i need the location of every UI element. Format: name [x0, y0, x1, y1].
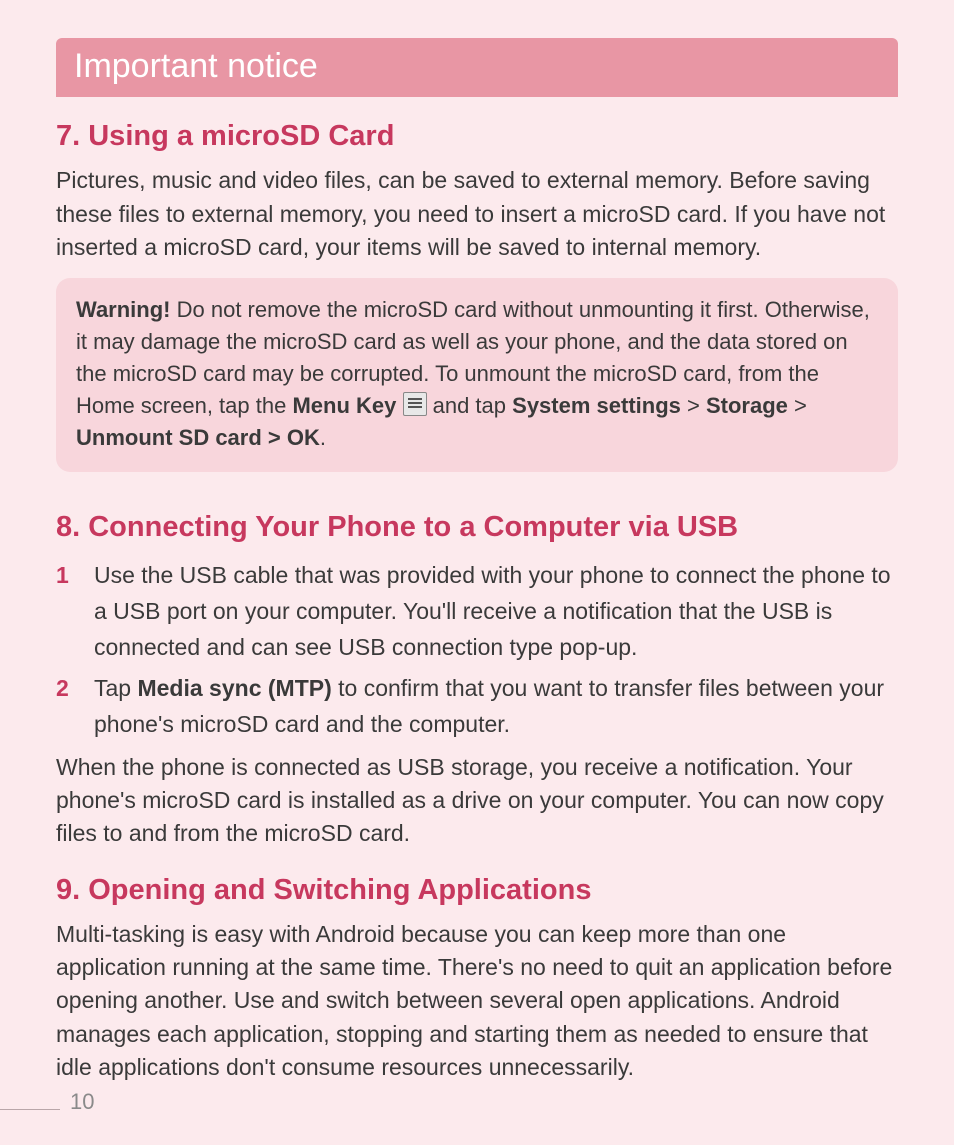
media-sync-label: Media sync (MTP): [137, 675, 331, 701]
section-8-after: When the phone is connected as USB stora…: [56, 751, 898, 851]
warning-text-2: and tap: [427, 393, 513, 418]
section-8-steps: Use the USB cable that was provided with…: [56, 558, 898, 742]
section-8-heading: 8. Connecting Your Phone to a Computer v…: [56, 510, 898, 545]
menu-key-icon: [403, 392, 427, 416]
page-number-rule: [0, 1109, 60, 1110]
banner-title: Important notice: [74, 47, 318, 85]
menu-key-label: Menu Key: [292, 393, 396, 418]
notice-banner: Important notice: [56, 38, 898, 97]
warning-box: Warning! Do not remove the microSD card …: [56, 278, 898, 471]
manual-page: Important notice 7. Using a microSD Card…: [0, 0, 954, 1145]
system-settings-label: System settings: [512, 393, 681, 418]
unmount-label: Unmount SD card > OK: [76, 425, 320, 450]
section-9-body: Multi-tasking is easy with Android becau…: [56, 918, 898, 1085]
page-number-area: 10: [0, 1089, 94, 1115]
warning-period: .: [320, 425, 326, 450]
section-9-heading: 9. Opening and Switching Applications: [56, 873, 898, 908]
warning-label: Warning!: [76, 297, 171, 322]
list-item: Tap Media sync (MTP) to confirm that you…: [56, 671, 898, 742]
step-text: Use the USB cable that was provided with…: [94, 562, 891, 659]
section-7-heading: 7. Using a microSD Card: [56, 119, 898, 154]
section-7-body: Pictures, music and video files, can be …: [56, 164, 898, 264]
step-text-pre: Tap: [94, 675, 137, 701]
gt-2: >: [788, 393, 807, 418]
storage-label: Storage: [706, 393, 788, 418]
gt-1: >: [681, 393, 706, 418]
list-item: Use the USB cable that was provided with…: [56, 558, 898, 665]
page-number: 10: [70, 1089, 94, 1115]
